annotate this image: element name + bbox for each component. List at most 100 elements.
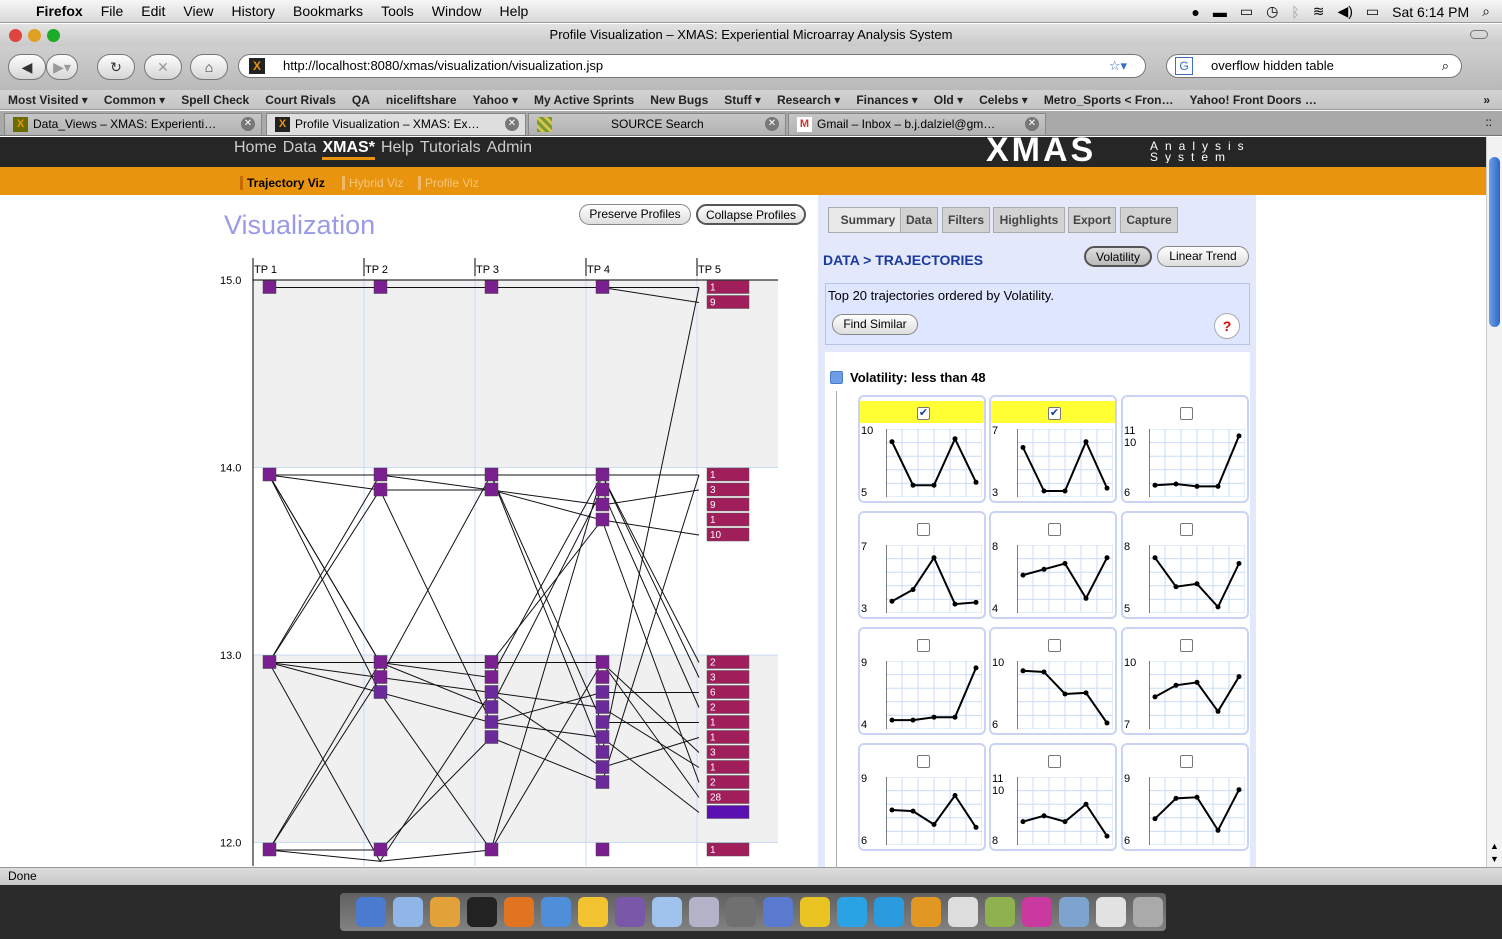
thumbnail-checkbox[interactable] [1180, 523, 1193, 536]
nav-xmas[interactable]: XMAS* [322, 139, 375, 160]
terminal-icon[interactable] [467, 897, 497, 927]
trajectory-thumbnail[interactable]: 73 [858, 511, 986, 619]
itunes-icon[interactable] [393, 897, 423, 927]
page-scrollbar[interactable]: ▲ ▼ [1486, 137, 1502, 867]
thumbnail-checkbox[interactable] [1048, 523, 1061, 536]
linear-trend-button[interactable]: Linear Trend [1157, 246, 1249, 267]
help-icon[interactable]: ? [1214, 313, 1240, 339]
tab-overflow-icon[interactable]: :: [1485, 115, 1492, 129]
group-checkbox[interactable] [830, 371, 843, 384]
menu-file[interactable]: File [92, 3, 133, 19]
menu-window[interactable]: Window [423, 3, 491, 19]
preserve-profiles-button[interactable]: Preserve Profiles [579, 204, 691, 225]
clock[interactable]: Sat 6:14 PM [1392, 4, 1469, 20]
bookmark-active-sprints[interactable]: My Active Sprints [526, 93, 642, 107]
skype-icon[interactable] [763, 897, 793, 927]
close-tab-icon[interactable]: ✕ [241, 117, 255, 131]
trajectory-thumbnail[interactable]: 96 [858, 743, 986, 851]
scrollbar-thumb[interactable] [1489, 157, 1500, 327]
subnav-profile-viz[interactable]: Profile Viz [418, 176, 479, 190]
thumbnail-checkbox[interactable] [1180, 755, 1193, 768]
messenger-icon[interactable] [578, 897, 608, 927]
search-icon[interactable]: ⌕ [1442, 55, 1449, 77]
menu-edit[interactable]: Edit [132, 3, 174, 19]
reload-button[interactable]: ↻ [97, 54, 135, 80]
menu-view[interactable]: View [174, 3, 222, 19]
bookmark-court-rivals[interactable]: Court Rivals [257, 93, 344, 107]
scroll-up-icon[interactable]: ▲ [1490, 841, 1499, 851]
nav-tutorials[interactable]: Tutorials [420, 139, 481, 160]
firefox-icon[interactable] [504, 897, 534, 927]
trajectory-thumbnail[interactable]: ✔ 10 5 [858, 395, 986, 503]
battery-icon[interactable]: ▭ [1366, 3, 1379, 20]
thumbnail-checkbox[interactable]: ✔ [917, 407, 930, 420]
zoom-window-icon[interactable] [47, 29, 60, 42]
search-bar[interactable]: G overflow hidden table ⌕ [1166, 54, 1462, 78]
subnav-hybrid-viz[interactable]: Hybrid Viz [342, 176, 403, 190]
trajectory-thumbnail[interactable]: 84 [989, 511, 1117, 619]
app5-icon[interactable] [911, 897, 941, 927]
tab-data[interactable]: Data [900, 207, 938, 233]
scroll-down-icon[interactable]: ▼ [1490, 854, 1499, 864]
app6-icon[interactable] [948, 897, 978, 927]
stop-button[interactable]: ✕ [144, 54, 182, 80]
flickr-icon[interactable] [985, 897, 1015, 927]
bluetooth-icon[interactable]: ᛒ [1291, 4, 1299, 20]
back-button[interactable]: ◀ [8, 54, 46, 80]
url-bar[interactable]: X http://localhost:8080/xmas/visualizati… [238, 54, 1146, 78]
nav-home[interactable]: Home [234, 139, 277, 160]
menu-app-name[interactable]: Firefox [27, 3, 92, 19]
finder-icon[interactable] [356, 897, 386, 927]
thumbnail-checkbox[interactable] [1180, 407, 1193, 420]
trajectory-thumbnail[interactable]: 94 [858, 627, 986, 735]
tab-summary[interactable]: Summary [828, 207, 908, 233]
app-icon[interactable] [615, 897, 645, 927]
bookmarks-overflow-icon[interactable]: » [1475, 93, 1498, 107]
trajectory-thumbnail[interactable]: 10 7 [1121, 627, 1249, 735]
spotlight-icon[interactable]: ⌕ [1482, 3, 1490, 20]
volatility-button[interactable]: Volatility [1084, 246, 1152, 267]
close-window-icon[interactable] [9, 29, 22, 42]
keyboard-icon[interactable]: ▬ [1213, 4, 1227, 20]
wifi-icon[interactable]: ≋ [1313, 3, 1325, 20]
nav-help[interactable]: Help [381, 139, 414, 160]
close-tab-icon[interactable]: ✕ [1025, 117, 1039, 131]
bookmark-spell-check[interactable]: Spell Check [173, 93, 257, 107]
menu-help[interactable]: Help [491, 3, 538, 19]
tab-source-search[interactable]: SOURCE Search ✕ [528, 113, 786, 135]
display-icon[interactable]: ▭ [1240, 3, 1253, 20]
bookmark-qa[interactable]: QA [344, 93, 378, 107]
thumbnail-checkbox[interactable] [1048, 639, 1061, 652]
tab-data-views[interactable]: X Data_Views – XMAS: Experienti… ✕ [4, 113, 262, 135]
menu-history[interactable]: History [222, 3, 284, 19]
app3-icon[interactable] [837, 897, 867, 927]
tab-export[interactable]: Export [1068, 207, 1116, 233]
folder-icon[interactable] [1059, 897, 1089, 927]
db-icon[interactable] [689, 897, 719, 927]
bookmark-stuff[interactable]: Stuff ▾ [716, 93, 769, 107]
preview-icon[interactable] [726, 897, 756, 927]
thumbnail-checkbox[interactable] [1048, 755, 1061, 768]
bookmark-star-icon[interactable]: ☆▾ [1109, 55, 1127, 77]
minimize-window-icon[interactable] [28, 29, 41, 42]
forward-button[interactable]: ▶▾ [46, 54, 78, 80]
close-tab-icon[interactable]: ✕ [765, 117, 779, 131]
trajectory-thumbnail[interactable]: 11 10 6 [1121, 395, 1249, 503]
thumbnail-checkbox[interactable] [917, 523, 930, 536]
bookmark-finances[interactable]: Finances ▾ [848, 93, 925, 107]
box-icon[interactable] [652, 897, 682, 927]
menu-bookmarks[interactable]: Bookmarks [284, 3, 372, 19]
thumbnail-checkbox[interactable] [917, 639, 930, 652]
time-machine-icon[interactable]: ◷ [1266, 3, 1278, 20]
thumbnail-checkbox[interactable]: ✔ [1048, 407, 1061, 420]
collapse-profiles-button[interactable]: Collapse Profiles [696, 204, 806, 225]
menu-tools[interactable]: Tools [372, 3, 423, 19]
bookmark-niceliftshare[interactable]: niceliftshare [378, 93, 465, 107]
document-icon[interactable] [1096, 897, 1126, 927]
trajectory-chart[interactable]: TP 1 TP 2 TP 3 TP 4 TP 5 15.0 14.0 13.0 12.0 1 9 1 3… [200, 258, 806, 866]
nav-admin[interactable]: Admin [487, 139, 532, 160]
home-button[interactable]: ⌂ [190, 54, 228, 80]
google-icon[interactable]: G [1175, 57, 1193, 75]
bookmark-yahoo[interactable]: Yahoo ▾ [465, 93, 526, 107]
tab-filters[interactable]: Filters [942, 207, 990, 233]
